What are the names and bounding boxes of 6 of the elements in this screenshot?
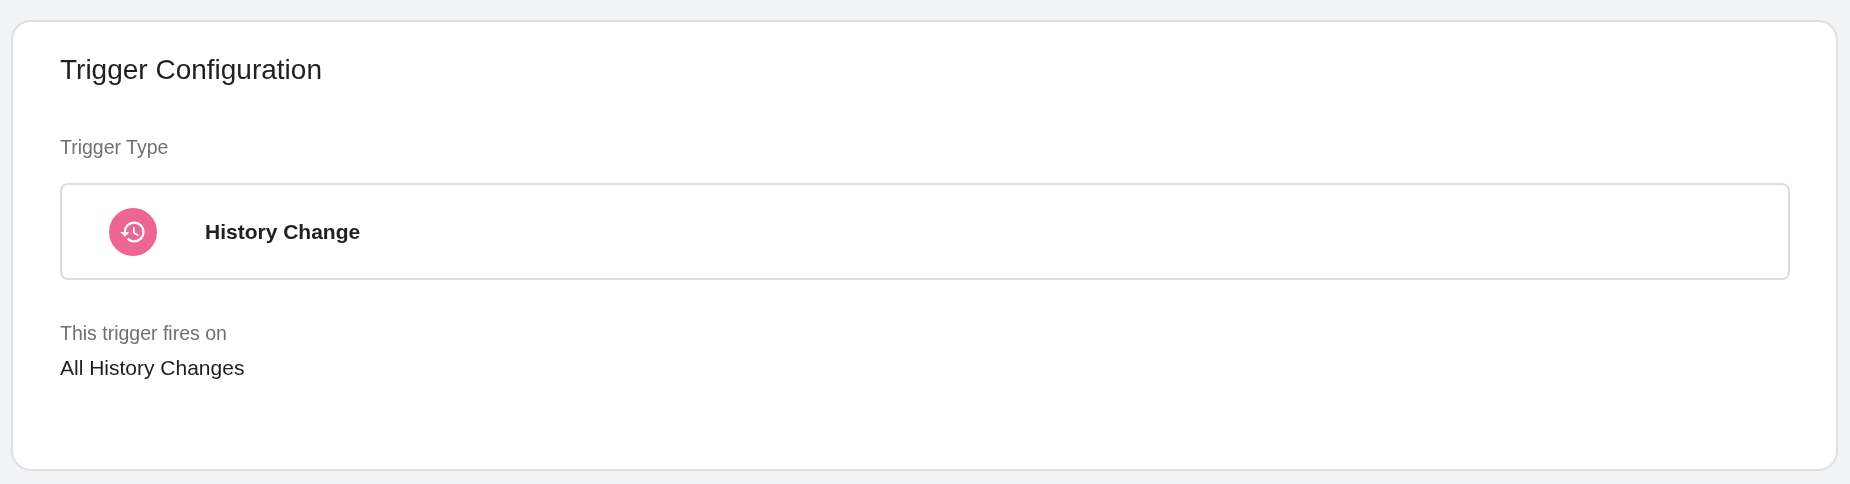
fires-on-value: All History Changes [60,355,246,381]
trigger-type-name: History Change [205,219,361,244]
section-label: This trigger fires on [60,321,228,346]
card-title: Trigger Configuration [60,53,323,87]
section-label: Trigger Type [60,135,170,160]
trigger-type-selector[interactable]: History Change [60,183,1790,280]
